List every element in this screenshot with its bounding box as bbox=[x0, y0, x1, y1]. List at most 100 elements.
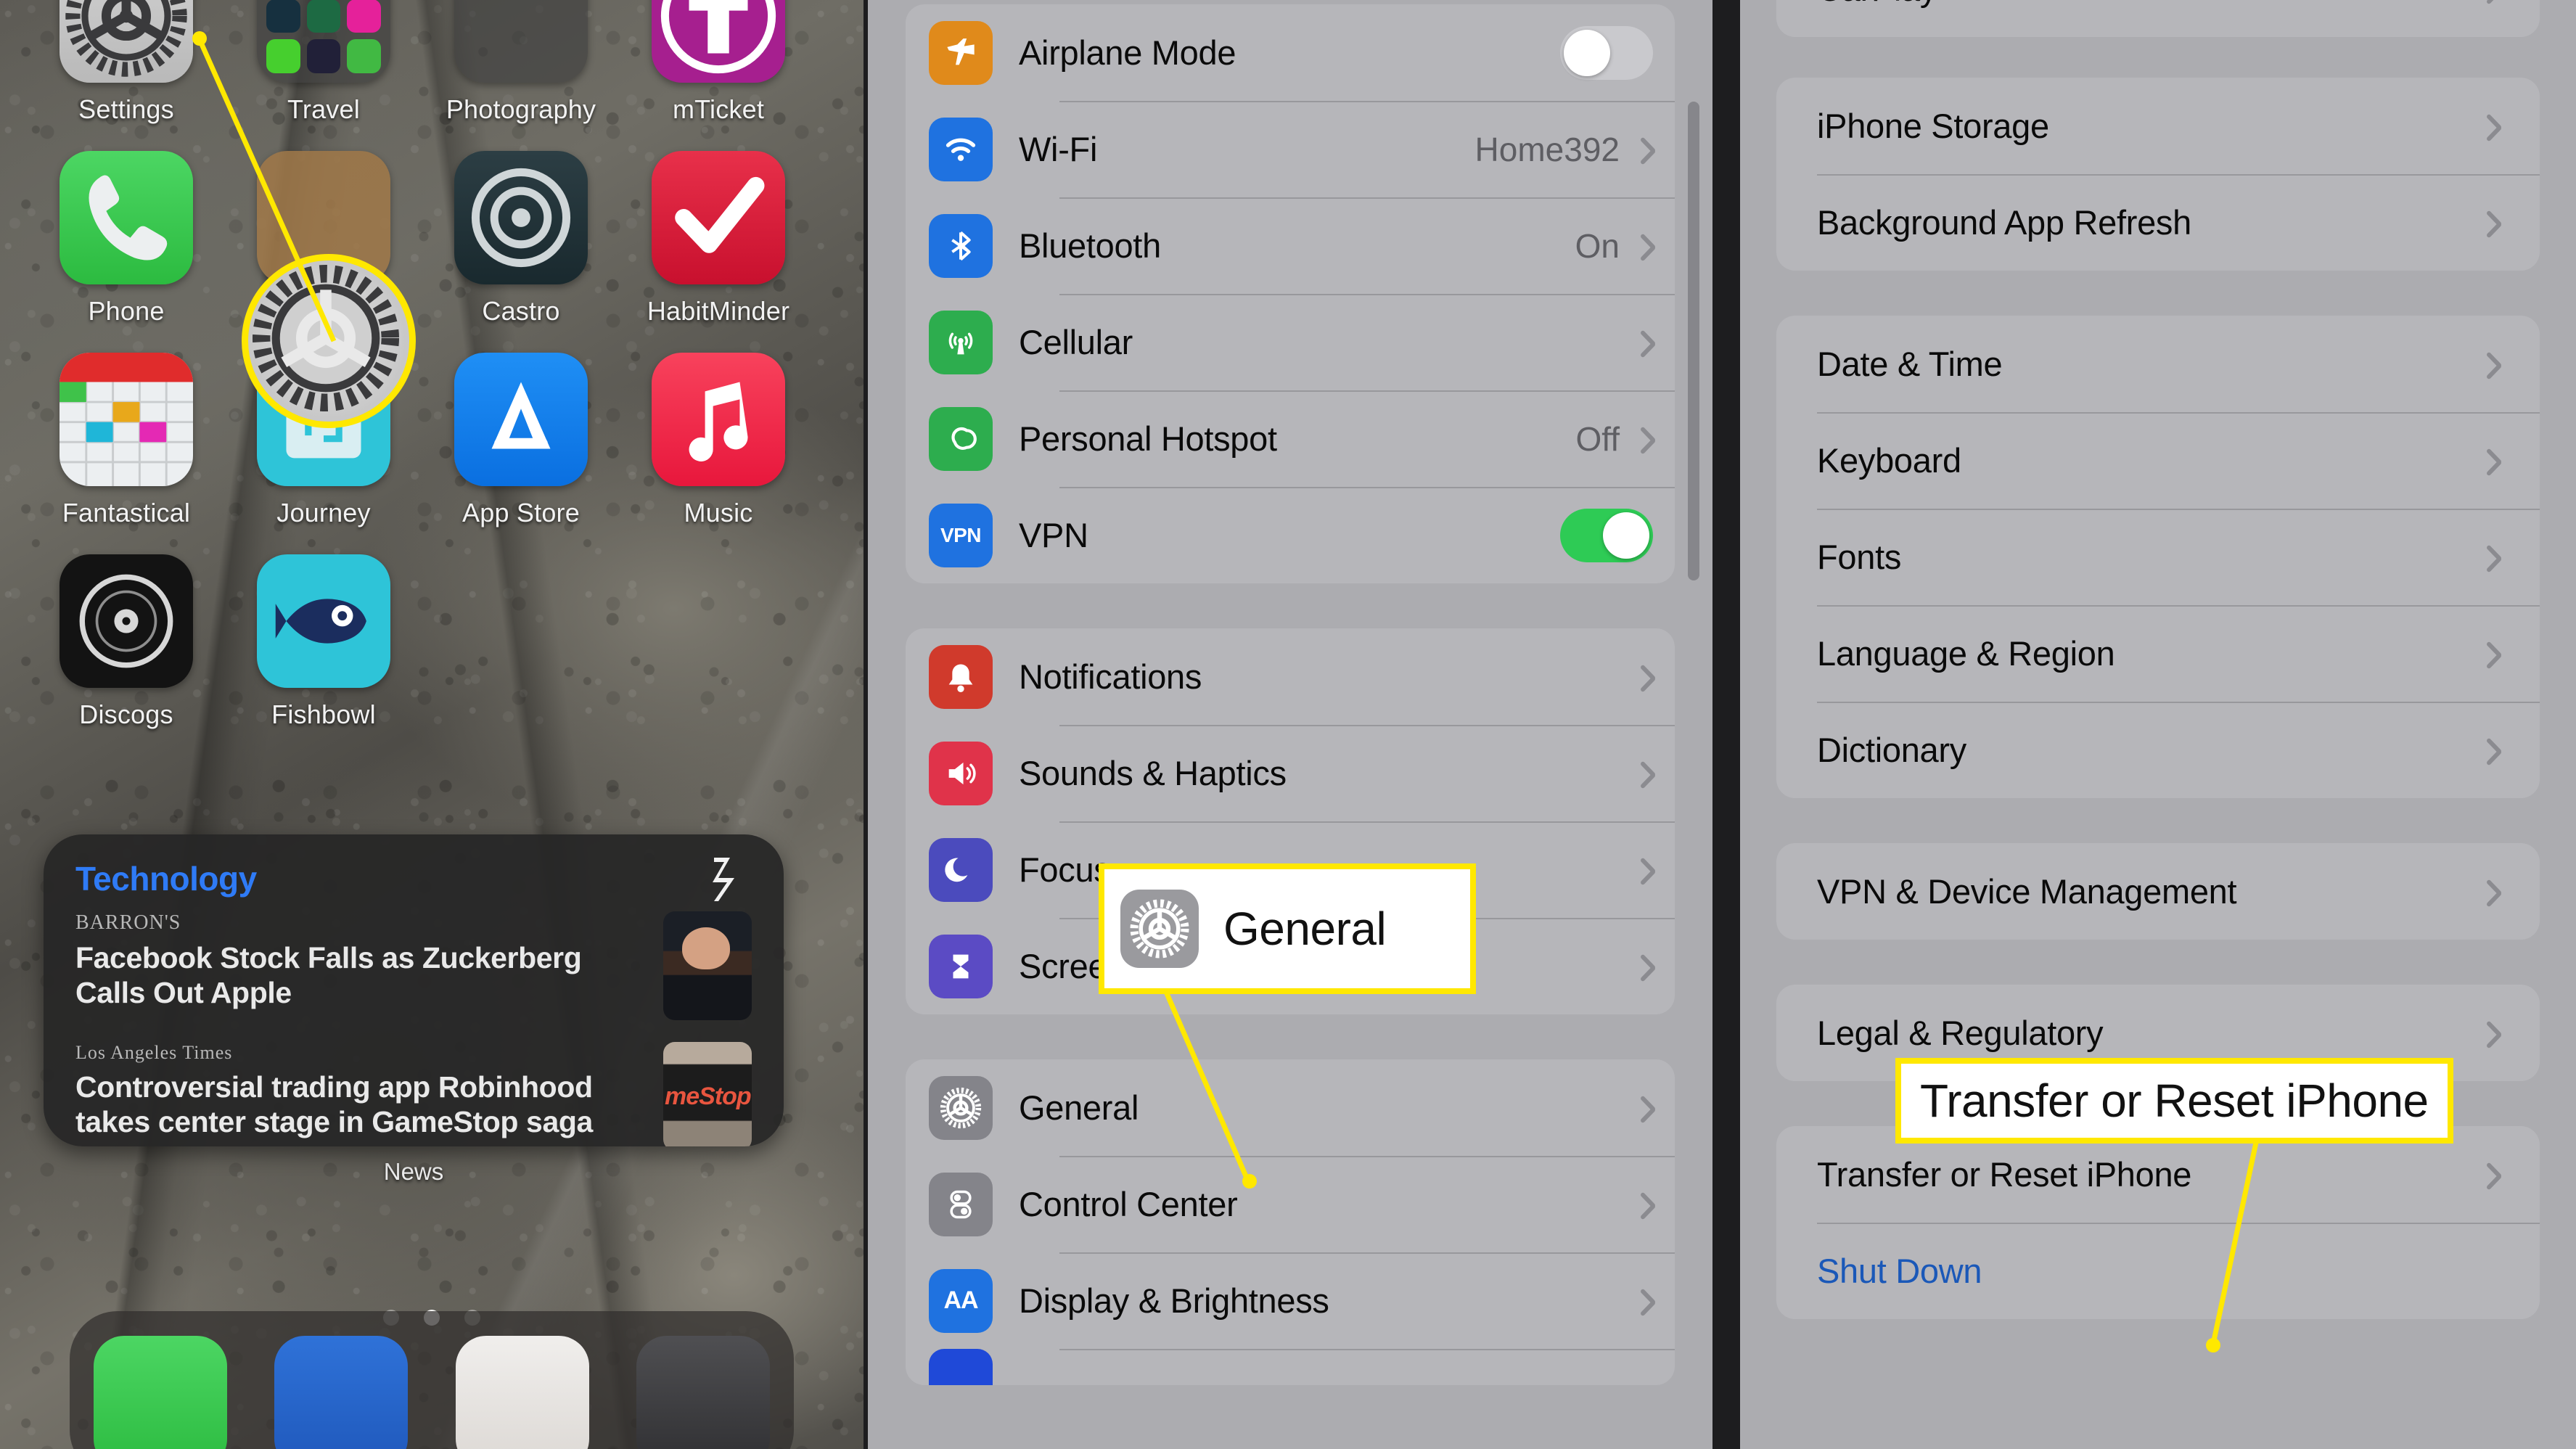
settings-row-label: General bbox=[1019, 1088, 1139, 1127]
chevron-right-icon bbox=[2483, 208, 2499, 237]
vpn-toggle[interactable] bbox=[1560, 508, 1653, 562]
airplane-mode-toggle[interactable] bbox=[1560, 25, 1653, 80]
chevron-right-icon bbox=[2483, 543, 2499, 572]
general-row-dictionary[interactable]: Dictionary bbox=[1776, 702, 2540, 798]
wifi-icon bbox=[929, 117, 993, 181]
chevron-right-icon bbox=[2483, 350, 2499, 379]
general-group-locale: Date & Time Keyboard Fonts Language & Re… bbox=[1776, 316, 2540, 798]
bluetooth-icon bbox=[929, 213, 993, 278]
general-group-device-management: VPN & Device Management bbox=[1776, 843, 2540, 940]
general-row-language-region[interactable]: Language & Region bbox=[1776, 605, 2540, 702]
chevron-right-icon bbox=[1637, 1190, 1653, 1219]
general-row-label: Transfer or Reset iPhone bbox=[1817, 1155, 2192, 1194]
general-row-carplay[interactable]: CarPlay bbox=[1776, 0, 2540, 37]
general-row-label: Fonts bbox=[1817, 538, 1902, 576]
general-row-label: VPN & Device Management bbox=[1817, 872, 2237, 911]
vpn-icon: VPN bbox=[929, 503, 993, 567]
chevron-right-icon bbox=[2483, 639, 2499, 668]
chevron-right-icon bbox=[1637, 952, 1653, 981]
chevron-right-icon bbox=[2483, 1160, 2499, 1189]
chevron-right-icon bbox=[1637, 424, 1653, 453]
leader-line-transfer bbox=[2210, 1139, 2260, 1345]
chevron-right-icon bbox=[2483, 112, 2499, 141]
general-row-label: Date & Time bbox=[1817, 345, 2003, 383]
settings-row-vpn[interactable]: VPN VPN bbox=[906, 487, 1675, 583]
settings-row-label: Airplane Mode bbox=[1019, 33, 1236, 72]
speaker-icon bbox=[929, 741, 993, 805]
general-row-iphone-storage[interactable]: iPhone Storage bbox=[1776, 78, 2540, 174]
settings-row-home-screen[interactable] bbox=[906, 1349, 1675, 1385]
general-row-label: CarPlay bbox=[1817, 0, 2483, 9]
callout-transfer-label: Transfer or Reset iPhone bbox=[1920, 1075, 2429, 1127]
general-row-background-app-refresh[interactable]: Background App Refresh bbox=[1776, 174, 2540, 271]
settings-row-label: Control Center bbox=[1019, 1185, 1238, 1223]
home-screen-icon bbox=[929, 1349, 993, 1385]
general-row-label: Language & Region bbox=[1817, 634, 2115, 673]
general-settings-panel: CarPlay iPhone Storage Background App Re… bbox=[1712, 0, 2576, 1449]
general-row-label: Dictionary bbox=[1817, 731, 1966, 769]
moon-icon bbox=[929, 837, 993, 902]
general-row-shut-down[interactable]: Shut Down bbox=[1776, 1223, 2540, 1319]
hotspot-icon bbox=[929, 406, 993, 471]
general-group-storage: iPhone Storage Background App Refresh bbox=[1776, 78, 2540, 271]
settings-row-notifications[interactable]: Notifications bbox=[906, 628, 1675, 725]
chevron-right-icon bbox=[2483, 877, 2499, 906]
settings-app-panel: Airplane Mode Wi-Fi Home392 Bluetooth On… bbox=[864, 0, 1712, 1449]
leader-dot-general bbox=[1242, 1174, 1257, 1189]
general-group-carplay: CarPlay bbox=[1776, 0, 2540, 37]
settings-row-personal-hotspot[interactable]: Personal Hotspot Off bbox=[906, 390, 1675, 487]
leader-line-general bbox=[1161, 987, 1251, 1183]
general-row-date-time[interactable]: Date & Time bbox=[1776, 316, 2540, 412]
settings-row-value: On bbox=[1575, 226, 1620, 265]
gear-icon bbox=[1120, 890, 1199, 968]
leader-dot-settings bbox=[192, 31, 207, 46]
general-row-vpn-device-management[interactable]: VPN & Device Management bbox=[1776, 843, 2540, 940]
settings-row-sounds-haptics[interactable]: Sounds & Haptics bbox=[906, 725, 1675, 821]
bell-icon bbox=[929, 644, 993, 709]
general-row-fonts[interactable]: Fonts bbox=[1776, 509, 2540, 605]
settings-row-wifi[interactable]: Wi-Fi Home392 bbox=[906, 101, 1675, 197]
chevron-right-icon bbox=[2483, 736, 2499, 765]
settings-row-label: Display & Brightness bbox=[1019, 1281, 1329, 1320]
settings-row-label: Bluetooth bbox=[1019, 226, 1161, 265]
control-center-icon bbox=[929, 1172, 993, 1236]
settings-row-label: Cellular bbox=[1019, 323, 1133, 361]
callout-general: General bbox=[1099, 863, 1476, 994]
chevron-right-icon bbox=[1637, 1286, 1653, 1315]
settings-row-label: Wi-Fi bbox=[1019, 130, 1098, 168]
settings-row-label: Sounds & Haptics bbox=[1019, 754, 1287, 792]
settings-row-label: Personal Hotspot bbox=[1019, 419, 1277, 458]
settings-row-airplane-mode[interactable]: Airplane Mode bbox=[906, 4, 1675, 101]
chevron-right-icon bbox=[1637, 135, 1653, 164]
settings-scrollbar[interactable] bbox=[1688, 102, 1699, 580]
general-row-label: Keyboard bbox=[1817, 441, 1961, 480]
display-aa-icon: AA bbox=[929, 1268, 993, 1333]
chevron-right-icon bbox=[1637, 662, 1653, 691]
callout-transfer-or-reset: Transfer or Reset iPhone bbox=[1895, 1058, 2453, 1144]
gear-icon bbox=[929, 1075, 993, 1140]
general-row-label: iPhone Storage bbox=[1817, 107, 2049, 145]
general-row-label: Legal & Regulatory bbox=[1817, 1014, 2104, 1052]
settings-row-bluetooth[interactable]: Bluetooth On bbox=[906, 197, 1675, 294]
settings-group-connectivity: Airplane Mode Wi-Fi Home392 Bluetooth On… bbox=[906, 4, 1675, 583]
settings-row-label: Notifications bbox=[1019, 657, 1202, 696]
chevron-right-icon bbox=[1637, 328, 1653, 357]
leader-dot-transfer bbox=[2206, 1338, 2220, 1352]
general-group-reset: Transfer or Reset iPhone Shut Down bbox=[1776, 1126, 2540, 1319]
settings-row-cellular[interactable]: Cellular bbox=[906, 294, 1675, 390]
settings-row-value: Off bbox=[1575, 419, 1620, 458]
screenshot-stage: Settings Travel Photography mTicket Phon… bbox=[0, 0, 2576, 1449]
general-row-keyboard[interactable]: Keyboard bbox=[1776, 412, 2540, 509]
chevron-right-icon bbox=[1637, 855, 1653, 884]
airplane-icon bbox=[929, 20, 993, 85]
settings-row-label: VPN bbox=[1019, 516, 1088, 554]
general-row-label: Shut Down bbox=[1817, 1252, 1982, 1290]
general-row-label: Background App Refresh bbox=[1817, 203, 2191, 242]
chevron-right-icon bbox=[1637, 231, 1653, 260]
chevron-right-icon bbox=[1637, 1093, 1653, 1122]
settings-row-display-brightness[interactable]: AA Display & Brightness bbox=[906, 1252, 1675, 1349]
chevron-right-icon bbox=[2483, 1019, 2499, 1048]
chevron-right-icon bbox=[2483, 0, 2499, 4]
settings-row-value: Home392 bbox=[1474, 130, 1620, 168]
hourglass-icon bbox=[929, 934, 993, 998]
